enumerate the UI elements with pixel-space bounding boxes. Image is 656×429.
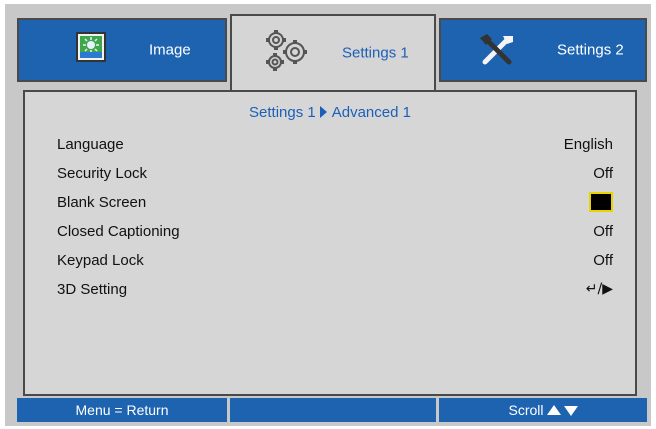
arrow-up-icon bbox=[546, 405, 561, 415]
tab-settings-2-label: Settings 2 bbox=[557, 41, 624, 59]
menu-item-label: Closed Captioning bbox=[57, 223, 180, 240]
arrow-down-icon bbox=[563, 406, 578, 416]
menu-item-value: English bbox=[563, 136, 613, 153]
menu-item-label: Security Lock bbox=[57, 165, 148, 182]
footer-right-label: Scroll bbox=[508, 402, 544, 418]
menu-item-value: Off bbox=[593, 223, 613, 240]
menu-item-3d-setting[interactable]: 3D Setting ↵/▶ bbox=[25, 277, 635, 303]
breadcrumb-arrow-icon bbox=[319, 106, 327, 118]
menu-item-label: 3D Setting bbox=[57, 281, 128, 298]
footer-scroll: Scroll bbox=[439, 398, 647, 422]
breadcrumb-current: Advanced 1 bbox=[331, 104, 411, 121]
footer-left-label: Menu = Return bbox=[75, 402, 169, 418]
gears-icon bbox=[262, 28, 310, 72]
tools-icon bbox=[477, 32, 517, 70]
menu-item-language[interactable]: Language English bbox=[25, 132, 635, 158]
tab-image[interactable]: Image bbox=[17, 18, 227, 82]
menu-item-label: Language bbox=[57, 136, 124, 153]
tab-settings-1[interactable]: Settings 1 bbox=[230, 14, 436, 90]
breadcrumb-parent: Settings 1 bbox=[249, 104, 316, 121]
image-icon bbox=[76, 32, 106, 62]
footer-middle bbox=[230, 398, 436, 422]
menu-item-security-lock[interactable]: Security Lock Off bbox=[25, 161, 635, 187]
footer-menu-return: Menu = Return bbox=[17, 398, 227, 422]
menu-item-value: Off bbox=[593, 252, 613, 269]
enter-arrow-icon: ↵/▶ bbox=[585, 281, 613, 297]
menu-item-blank-screen[interactable]: Blank Screen bbox=[25, 190, 635, 216]
breadcrumb: Settings 1 Advanced 1 bbox=[25, 104, 635, 121]
menu-item-keypad-lock[interactable]: Keypad Lock Off bbox=[25, 248, 635, 274]
tab-settings-1-label: Settings 1 bbox=[342, 44, 409, 62]
tab-settings-2[interactable]: Settings 2 bbox=[439, 18, 647, 82]
osd-menu: Image Settings 1 Settings 2 Settings 1 A… bbox=[5, 4, 651, 426]
blank-screen-color-swatch[interactable] bbox=[589, 192, 613, 212]
tab-image-label: Image bbox=[149, 41, 191, 59]
settings-panel: Settings 1 Advanced 1 Language English Se… bbox=[23, 90, 637, 396]
menu-item-label: Keypad Lock bbox=[57, 252, 144, 269]
menu-item-closed-captioning[interactable]: Closed Captioning Off bbox=[25, 219, 635, 245]
menu-item-value: Off bbox=[593, 165, 613, 182]
menu-item-label: Blank Screen bbox=[57, 194, 147, 211]
